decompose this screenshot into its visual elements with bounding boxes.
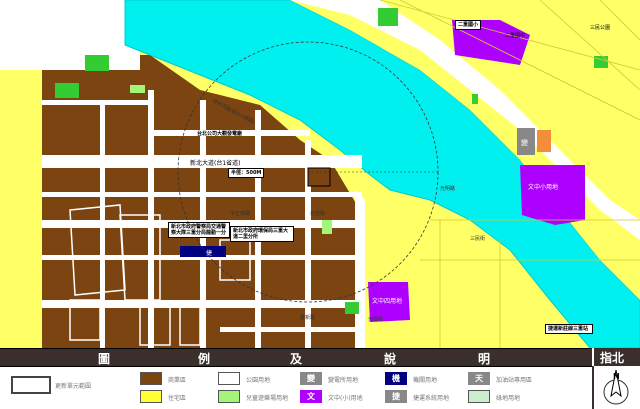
substation-badge: 變 (521, 139, 528, 147)
legend-header-char-1: 圖 (98, 352, 111, 366)
site-block (307, 167, 331, 187)
playground-2 (322, 220, 332, 234)
legend-swatch-residential (140, 390, 162, 403)
legend-header-bar: 圖 例 及 說 明 (0, 348, 592, 367)
road-e2 (42, 192, 362, 197)
park-5 (472, 94, 478, 104)
legend-swatch-mrt: 捷 (385, 390, 407, 403)
legend-header-char-2: 例 (198, 352, 211, 366)
legend-label-residential: 住宅區 (168, 395, 187, 402)
legend-label-commercial: 商業區 (168, 377, 187, 384)
school-mid-label: 文中小用地 (528, 184, 559, 191)
park-4 (378, 8, 398, 26)
park-2 (85, 55, 109, 71)
legend-header-char-5: 明 (478, 352, 491, 366)
legend-swatch-agency: 機 (385, 372, 407, 385)
legend-swatch-playground (218, 390, 240, 403)
legend-swatch-commercial (140, 372, 162, 385)
school-top2-label: 二重國中 (505, 33, 526, 39)
government-block (180, 246, 226, 257)
park-1 (55, 83, 79, 98)
se-road (355, 190, 365, 348)
radius-label: 半徑：500M (228, 168, 265, 178)
street-label-d: 重新路 (300, 315, 316, 321)
north-letter: N (613, 372, 620, 381)
legend-label-school: 文中(小)用地 (328, 395, 363, 402)
map-page: 淡水河邊(臨5m道路) 台北公司大觀發電廠 新北大道(台1省道) 半徑：500M… (0, 0, 640, 409)
legend-label-agency: 機關用地 (413, 377, 438, 384)
street-label-b: 光明路 (440, 186, 456, 192)
gov-badge: 捷 (206, 250, 213, 257)
zoning-map (0, 0, 640, 348)
boundary-swatch (11, 376, 51, 394)
legend-body: 更新單元範圍 商業區 公園用地 變 變電所用地 機 機關用地 天 加油站專用區 … (0, 366, 592, 409)
school-mid (520, 165, 585, 225)
school-top-label: 二重國小 (455, 20, 482, 30)
street-label-e: 中正南路 (230, 211, 251, 217)
street-label-f: 光興街 (368, 317, 384, 323)
legend-swatch-school: 文 (300, 390, 322, 403)
school-low-label: 文中四用地 (372, 298, 403, 305)
compass-title: 指北 (600, 351, 625, 365)
park-3 (345, 302, 359, 314)
power-plant-label: 台北公司大觀發電廠 (197, 131, 243, 137)
police-office-label: 新北市政府警察局交通警察大隊三重分局龍勤一分 (168, 222, 230, 238)
road-n1 (148, 90, 154, 348)
playground-1 (130, 85, 145, 93)
west-residential (0, 70, 42, 348)
park-top-label: 三民公園 (590, 25, 611, 31)
legend-label-park: 公園用地 (246, 377, 271, 384)
legend-label-gas: 加油站專用區 (496, 377, 533, 384)
legend-label-playground: 兒童遊樂場用地 (246, 395, 289, 402)
mrt-station-label: 捷運新莊線三重站 (545, 324, 593, 334)
legend-header-char-4: 說 (384, 352, 397, 366)
compass-panel: N (592, 366, 640, 409)
legend-label-greenbelt: 綠地用地 (496, 395, 521, 402)
legend-swatch-gas: 天 (468, 372, 490, 385)
road-e4 (220, 327, 360, 332)
legend-label-mrt: 捷運系統用地 (413, 395, 450, 402)
legend-swatch-greenbelt (468, 390, 490, 403)
environment-office-label: 新北市政府環保局三重大道二里分所 (230, 226, 294, 242)
legend-swatch-park (218, 372, 240, 385)
compass-header-bar: 指北 (592, 348, 640, 366)
road-label-xinbei: 新北大道(台1省道) (190, 160, 241, 167)
boundary-label: 更新單元範圍 (55, 383, 92, 390)
legend-swatch-substation: 變 (300, 372, 322, 385)
legend-header-char-3: 及 (290, 352, 303, 366)
orange-block (537, 130, 551, 152)
street-label-a: 三民街 (470, 236, 486, 242)
street-label-c: 自強路 (310, 211, 326, 217)
legend-label-substation: 變電所用地 (328, 377, 359, 384)
road-w2 (42, 100, 152, 105)
